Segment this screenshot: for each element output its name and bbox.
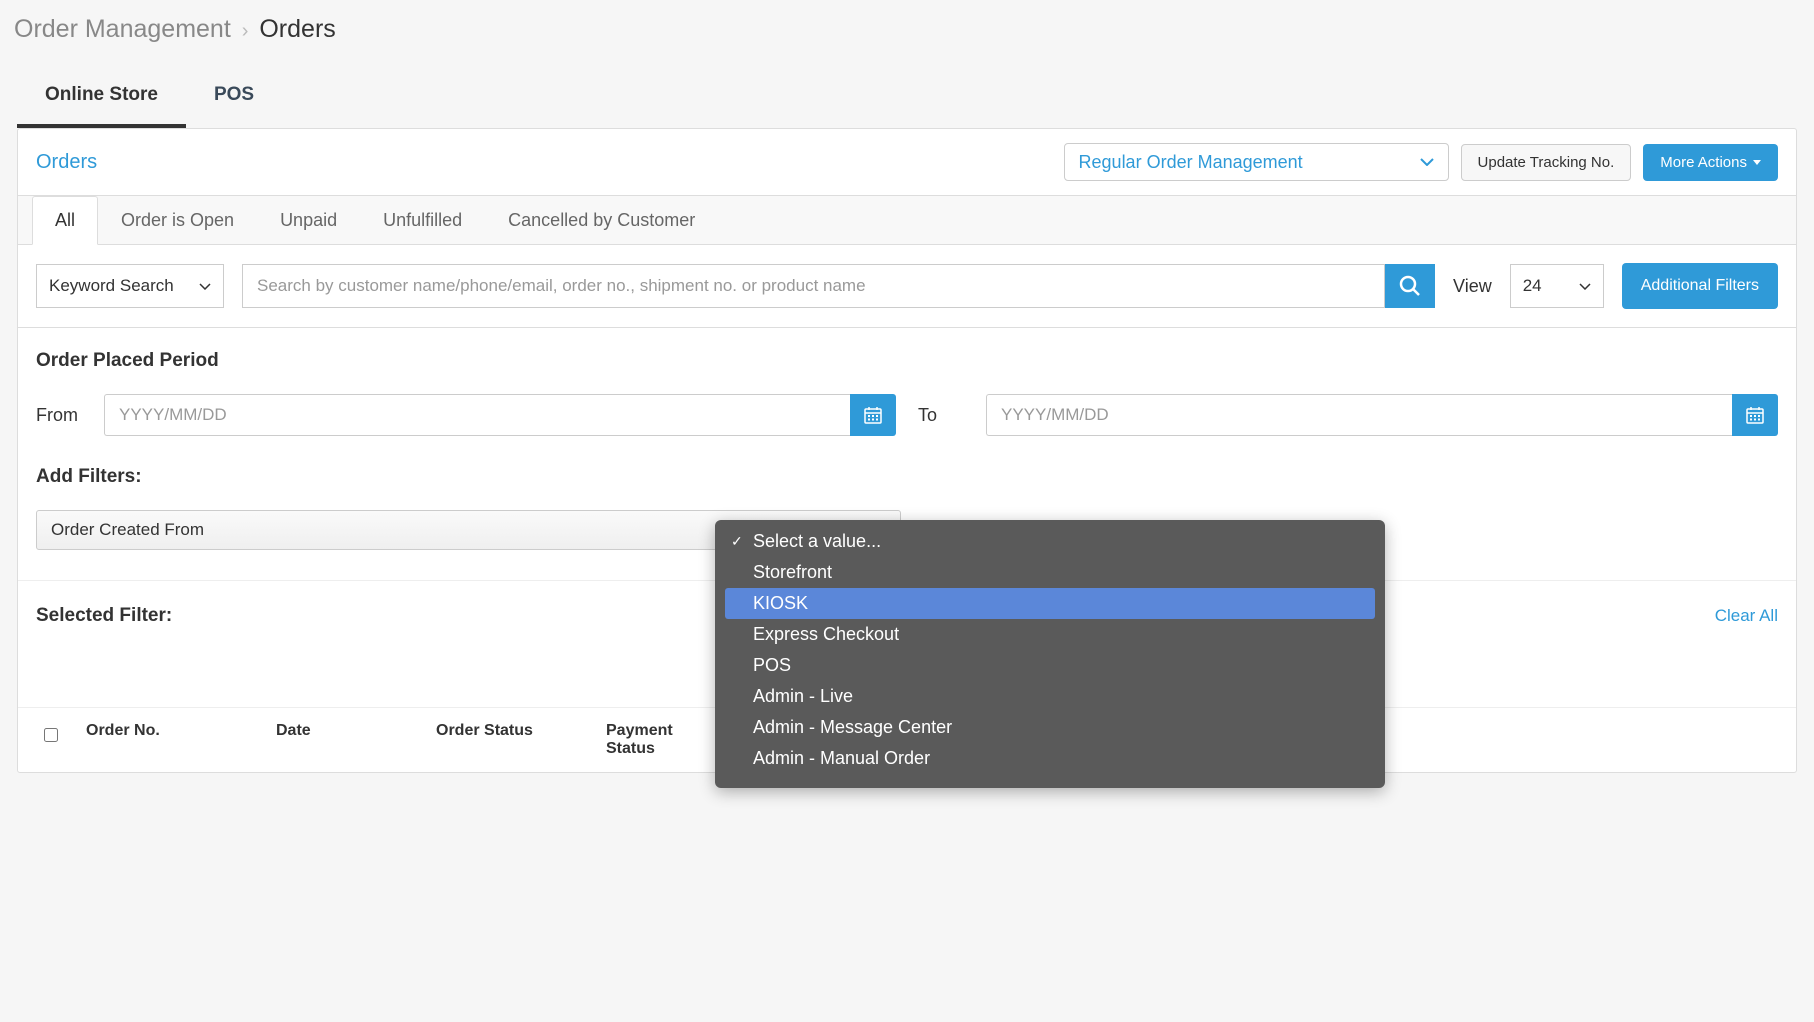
from-date-picker-button[interactable]	[850, 394, 896, 436]
tab-pos[interactable]: POS	[186, 64, 282, 128]
add-filters-label: Add Filters:	[36, 466, 1778, 488]
dropdown-item-admin-manual-order[interactable]: Admin - Manual Order	[725, 743, 1375, 774]
chevron-down-icon	[199, 283, 211, 290]
select-all-checkbox[interactable]	[44, 728, 58, 742]
selected-filter-label: Selected Filter:	[36, 605, 172, 627]
period-title: Order Placed Period	[36, 350, 1778, 372]
chevron-down-icon	[1420, 158, 1434, 166]
search-row: Keyword Search View 24	[18, 245, 1796, 328]
panel-actions: Regular Order Management Update Tracking…	[1064, 143, 1778, 181]
subtab-unfulfilled[interactable]: Unfulfilled	[360, 196, 485, 244]
additional-filters-label: Additional Filters	[1641, 277, 1759, 295]
more-actions-label: More Actions	[1660, 154, 1747, 171]
filters-area: Order Placed Period From To	[18, 328, 1796, 581]
more-actions-button[interactable]: More Actions	[1643, 144, 1778, 181]
main-tabs: Online Store POS	[17, 64, 1797, 128]
search-icon	[1398, 274, 1422, 298]
to-date-group	[986, 394, 1778, 436]
column-payment-status: Payment Status	[606, 722, 726, 758]
view-select-value: 24	[1523, 276, 1542, 296]
calendar-icon	[1745, 405, 1765, 425]
subtab-all[interactable]: All	[32, 196, 98, 245]
to-date-input[interactable]	[986, 394, 1732, 436]
filter-select-1-value: Order Created From	[51, 520, 204, 540]
to-label: To	[918, 405, 964, 426]
breadcrumb-parent[interactable]: Order Management	[14, 15, 231, 43]
dropdown-item-kiosk[interactable]: KIOSK	[725, 588, 1375, 619]
breadcrumb-separator: ›	[242, 20, 249, 42]
column-order-no: Order No.	[86, 722, 256, 740]
update-tracking-label: Update Tracking No.	[1478, 154, 1615, 171]
tab-online-store[interactable]: Online Store	[17, 64, 186, 128]
view-select[interactable]: 24	[1510, 264, 1604, 308]
panel-title: Orders	[36, 151, 97, 174]
column-order-status: Order Status	[436, 722, 586, 740]
subtab-order-open[interactable]: Order is Open	[98, 196, 257, 244]
column-date: Date	[276, 722, 416, 740]
dropdown-item-storefront[interactable]: Storefront	[725, 557, 1375, 588]
filter-value-dropdown: Select a value... Storefront KIOSK Expre…	[715, 520, 1385, 788]
dropdown-item-pos[interactable]: POS	[725, 650, 1375, 681]
additional-filters-button[interactable]: Additional Filters	[1622, 263, 1778, 309]
breadcrumb: Order Management › Orders	[0, 0, 1814, 64]
keyword-select[interactable]: Keyword Search	[36, 264, 224, 308]
clear-all-link[interactable]: Clear All	[1715, 606, 1778, 626]
select-all-column	[36, 722, 66, 742]
keyword-select-value: Keyword Search	[49, 276, 174, 296]
order-type-select-value: Regular Order Management	[1079, 152, 1303, 173]
orders-panel: Orders Regular Order Management Update T…	[17, 128, 1797, 773]
chevron-down-icon	[1579, 283, 1591, 290]
order-type-select[interactable]: Regular Order Management	[1064, 143, 1449, 181]
search-input[interactable]	[242, 264, 1385, 308]
dropdown-item-admin-live[interactable]: Admin - Live	[725, 681, 1375, 712]
panel-header: Orders Regular Order Management Update T…	[18, 129, 1796, 196]
search-input-group	[242, 264, 1435, 308]
update-tracking-button[interactable]: Update Tracking No.	[1461, 144, 1632, 181]
search-button[interactable]	[1385, 264, 1435, 308]
caret-down-icon	[1753, 160, 1761, 165]
breadcrumb-current: Orders	[259, 15, 335, 43]
to-date-picker-button[interactable]	[1732, 394, 1778, 436]
subtab-cancelled[interactable]: Cancelled by Customer	[485, 196, 718, 244]
dropdown-item-express-checkout[interactable]: Express Checkout	[725, 619, 1375, 650]
calendar-icon	[863, 405, 883, 425]
view-label: View	[1453, 276, 1492, 297]
subtab-unpaid[interactable]: Unpaid	[257, 196, 360, 244]
from-date-input[interactable]	[104, 394, 850, 436]
date-row: From To	[36, 394, 1778, 436]
dropdown-item-select-value[interactable]: Select a value...	[725, 526, 1375, 557]
sub-tabs: All Order is Open Unpaid Unfulfilled Can…	[18, 196, 1796, 245]
dropdown-item-admin-message-center[interactable]: Admin - Message Center	[725, 712, 1375, 743]
from-label: From	[36, 405, 82, 426]
from-date-group	[104, 394, 896, 436]
